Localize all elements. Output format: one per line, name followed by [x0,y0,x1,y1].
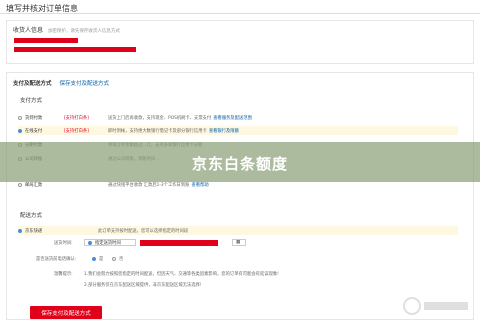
confirm-no[interactable]: 否 [112,256,123,262]
payment-method-title: 支付方式 [20,98,43,104]
radio-icon[interactable] [92,257,96,261]
watermark-logo [403,297,468,315]
confirm-yes[interactable]: 是 [92,256,103,262]
banner-text: 京东白条额度 [191,155,288,173]
payment-header: 支付及配送方式 保存支付及配送方式 [13,81,109,87]
save-payment-link[interactable]: 保存支付及配送方式 [59,81,109,87]
delivery-option-jd[interactable]: 京东快递 此订单支持按时配送，您可以选择指定的时间段 [18,226,458,235]
delivery-time-select[interactable]: 指定送货时间 [84,239,136,246]
pay-option-online[interactable]: 在线支付 [支持打白条] 即时到帐，支持绝大数银行借记卡及部分银行信用卡 查看银… [18,126,458,135]
confirm-label: 是否送货前电话确认: [36,257,77,262]
radio-icon[interactable] [18,182,22,187]
radio-icon[interactable] [18,228,22,233]
receiver-hint: 加密保护，请先保存收货人信息方式 [47,29,120,34]
page-title: 填写并核对订单信息 [0,0,480,14]
delivery-time-label: 送货时间: [54,241,73,246]
save-button[interactable]: 保存支付及配送方式 [30,306,102,319]
redacted-time [140,240,218,246]
radio-icon[interactable] [18,115,22,120]
note-1: 1.我们会努力按照您指定的时间配送，但因天气、交通等各类因素影响，您的订单有可能… [84,272,279,277]
redacted-address [14,47,136,52]
radio-icon[interactable] [18,128,22,133]
pay-option-cod[interactable]: 货到付款 [支持打白条] 送货上门后再收款，支持现金、POS机刷卡、支票支付 查… [18,113,458,122]
receiver-title: 收货人信息 [13,27,44,34]
radio-icon [88,240,92,245]
radio-icon[interactable] [112,257,116,261]
note-label: 温馨提示: [54,272,73,277]
redacted-name [14,38,78,43]
overlay-banner: 京东白条额度 [0,142,480,182]
note-2: 2.部分服务仅在京东配送区域提供，非京东配送区域无法选择! [84,283,202,288]
delivery-title: 配送方式 [20,213,43,219]
calendar-icon[interactable]: ▦ [232,239,246,246]
receiver-header: 收货人信息 加密保护，请先保存收货人信息方式 [7,21,473,38]
